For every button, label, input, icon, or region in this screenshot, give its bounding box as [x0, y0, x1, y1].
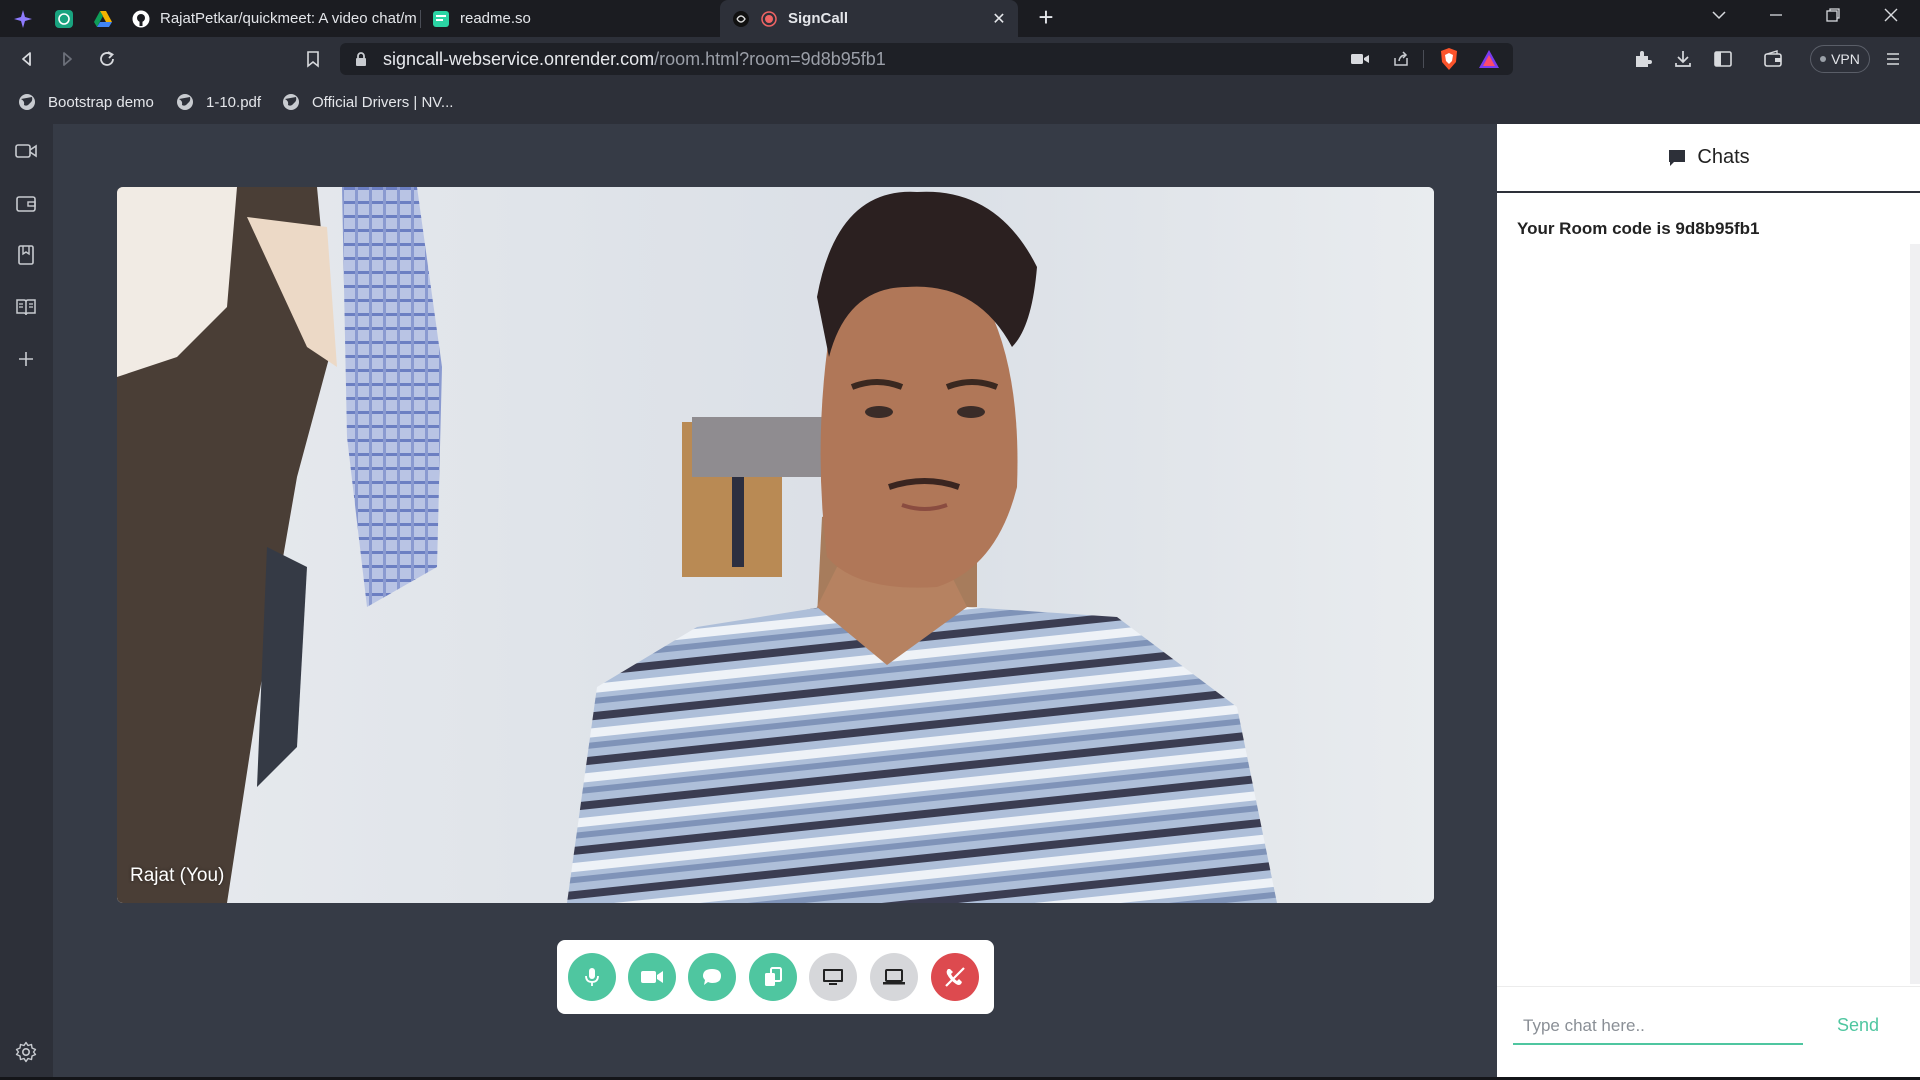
video-call-area: Rajat (You) — [53, 124, 1497, 1080]
tab-search-chevron-icon[interactable] — [1707, 7, 1731, 29]
bookmark-page-icon[interactable] — [300, 46, 326, 72]
wallet-icon[interactable] — [1760, 46, 1786, 72]
hamburger-menu-icon[interactable] — [1880, 46, 1906, 72]
tab-label: RajatPetkar/quickmeet: A video chat/m — [160, 10, 417, 27]
microphone-icon — [585, 968, 599, 986]
call-controls-bar — [557, 940, 994, 1014]
copy-code-button[interactable] — [749, 953, 797, 1001]
chatgpt-pinned-tab-icon[interactable] — [53, 8, 75, 30]
browser-sidebar — [0, 124, 53, 1080]
reading-list-icon[interactable] — [13, 294, 39, 320]
chat-input-area: Send — [1497, 986, 1920, 1080]
new-tab-button[interactable]: + — [1034, 4, 1058, 30]
chat-panel: Chats Your Room code is 9d8b95fb1 Send — [1497, 124, 1920, 1080]
hangup-phone-icon — [945, 967, 965, 987]
forward-icon[interactable] — [54, 46, 80, 72]
close-window-icon[interactable] — [1879, 7, 1903, 29]
laptop-icon — [883, 969, 905, 985]
brave-shields-icon[interactable] — [1438, 47, 1460, 76]
globe-icon — [283, 94, 299, 110]
add-sidebar-item-icon[interactable] — [13, 346, 39, 372]
bookmark-label: Bootstrap demo — [48, 93, 154, 111]
settings-gear-icon[interactable] — [13, 1039, 39, 1065]
back-icon[interactable] — [14, 46, 40, 72]
lock-icon[interactable] — [354, 51, 368, 72]
participant-name-label: Rajat (You) — [130, 865, 225, 886]
chat-message-input[interactable] — [1513, 1009, 1803, 1045]
reload-icon[interactable] — [94, 46, 120, 72]
chat-scrollbar[interactable] — [1910, 244, 1920, 984]
tab-label: SignCall — [788, 10, 849, 27]
bookmarks-sidebar-icon[interactable] — [13, 242, 39, 268]
url-separator — [1423, 50, 1424, 68]
close-tab-icon[interactable]: ✕ — [988, 9, 1010, 29]
webcam-frame-image — [117, 187, 1434, 903]
vpn-status-dot — [1820, 56, 1827, 62]
vpn-label: VPN — [1831, 51, 1860, 67]
whiteboard-button[interactable] — [870, 953, 918, 1001]
url-path: /room.html?room=9d8b95fb1 — [654, 49, 886, 69]
screen-share-button[interactable] — [809, 953, 857, 1001]
browser-toolbar: signcall-webservice.onrender.com/room.ht… — [0, 37, 1920, 80]
bookmark-label: 1-10.pdf — [206, 93, 262, 111]
recording-dot-icon — [760, 10, 778, 28]
globe-icon — [177, 94, 193, 110]
leo-ai-icon[interactable] — [12, 8, 34, 30]
tab-signcall[interactable]: SignCall ✕ — [720, 0, 1018, 37]
brave-rewards-icon[interactable] — [1478, 48, 1500, 75]
camera-in-use-icon[interactable] — [1350, 50, 1370, 73]
mic-button[interactable] — [568, 953, 616, 1001]
chat-button[interactable] — [688, 953, 736, 1001]
bookmark-label: Official Drivers | NV... — [312, 93, 454, 111]
end-call-button[interactable] — [931, 953, 979, 1001]
video-call-icon[interactable] — [13, 138, 39, 164]
share-icon[interactable] — [1392, 50, 1410, 73]
bookmark-official-drivers[interactable]: Official Drivers | NV... — [282, 90, 453, 114]
copy-icon — [765, 967, 782, 986]
browser-tab-strip: RajatPetkar/quickmeet: A video chat/m re… — [0, 0, 1920, 37]
restore-window-icon[interactable] — [1821, 7, 1845, 29]
chat-bubble-icon — [703, 969, 721, 985]
address-bar[interactable]: signcall-webservice.onrender.com/room.ht… — [340, 43, 1513, 75]
downloads-icon[interactable] — [1670, 46, 1696, 72]
wallet-sidebar-icon[interactable] — [13, 190, 39, 216]
url-domain: signcall-webservice.onrender.com — [383, 49, 655, 69]
sidebar-toggle-icon[interactable] — [1710, 46, 1736, 72]
video-camera-icon — [641, 971, 663, 983]
camera-button[interactable] — [628, 953, 676, 1001]
globe-icon — [19, 94, 35, 110]
minimize-window-icon[interactable] — [1764, 7, 1788, 29]
monitor-icon — [823, 969, 843, 985]
bookmarks-bar: Bootstrap demo 1-10.pdf Official Drivers… — [0, 80, 1920, 124]
url-text[interactable]: signcall-webservice.onrender.com/room.ht… — [383, 49, 886, 70]
github-icon — [132, 10, 150, 28]
bookmark-bootstrap-demo[interactable]: Bootstrap demo — [18, 90, 154, 114]
google-drive-pinned-tab-icon[interactable] — [92, 8, 114, 30]
chat-title: Chats — [1697, 146, 1750, 168]
tab-quickmeet[interactable]: RajatPetkar/quickmeet: A video chat/m — [120, 0, 420, 37]
audio-playing-icon[interactable] — [732, 10, 750, 28]
room-code-message: Your Room code is 9d8b95fb1 — [1517, 219, 1760, 238]
tab-readme[interactable]: readme.so — [420, 0, 720, 37]
chat-header: Chats — [1497, 124, 1920, 193]
vpn-button[interactable]: VPN — [1810, 45, 1870, 73]
bookmark-1-10-pdf[interactable]: 1-10.pdf — [176, 90, 261, 114]
send-button[interactable]: Send — [1837, 1015, 1879, 1036]
local-video-feed[interactable]: Rajat (You) — [117, 187, 1434, 903]
tab-label: readme.so — [460, 10, 531, 27]
extensions-puzzle-icon[interactable] — [1630, 46, 1656, 72]
readme-icon — [432, 10, 450, 28]
chat-bubble-icon — [1669, 149, 1686, 166]
